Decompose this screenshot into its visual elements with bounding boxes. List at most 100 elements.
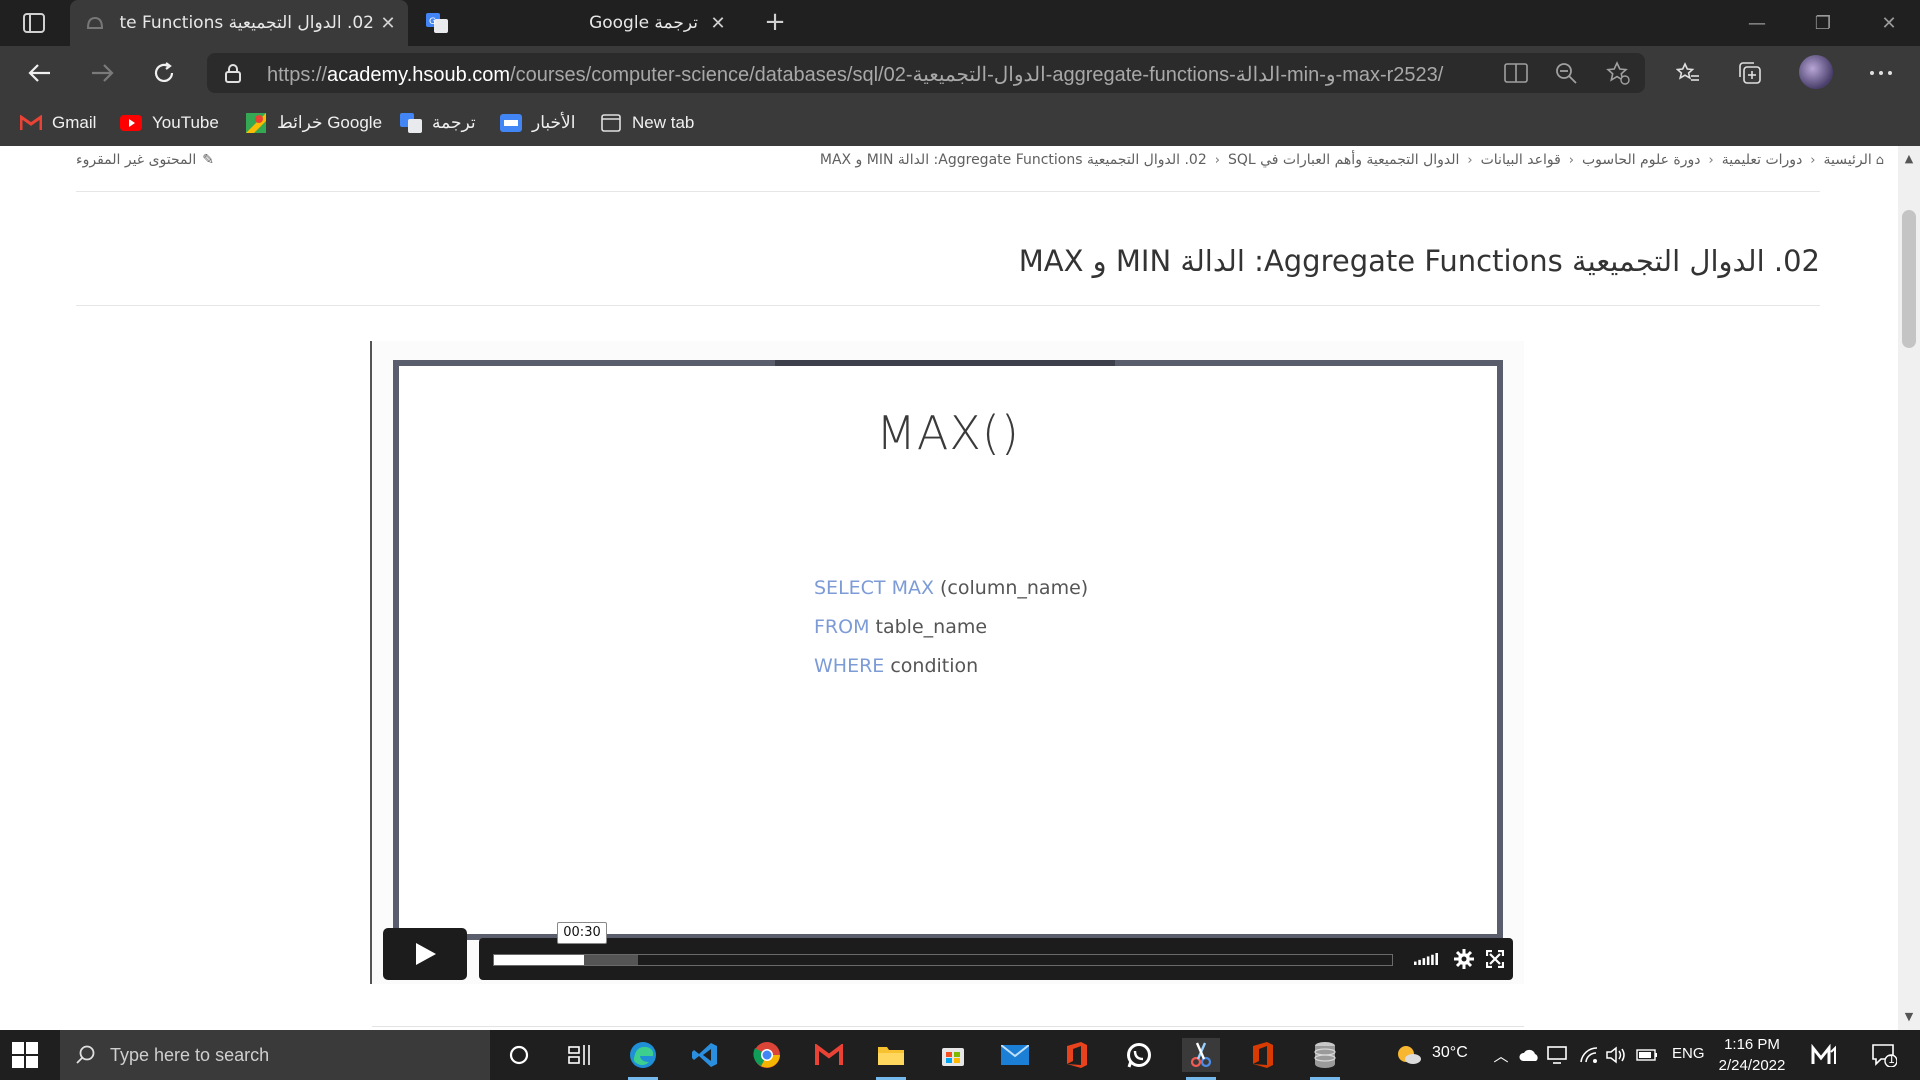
sql-code: SELECT MAX (column_name) FROM table_name… <box>814 569 1088 686</box>
onedrive-cloud-icon[interactable] <box>1518 1044 1540 1066</box>
page-content: ⌂ الرئيسية ‹ دورات تعليمية ‹ دورة علوم ا… <box>0 146 1898 1030</box>
slide-title: MAX() <box>876 406 1020 460</box>
whatsapp-icon[interactable] <box>1120 1038 1158 1072</box>
breadcrumb: ⌂ الرئيسية ‹ دورات تعليمية ‹ دورة علوم ا… <box>819 152 1884 168</box>
weather-temperature[interactable]: 30°C <box>1432 1044 1468 1062</box>
address-bar[interactable]: https://academy.hsoub.com/courses/comput… <box>207 53 1645 93</box>
minimize-button[interactable]: — <box>1734 6 1780 40</box>
meet-now-icon[interactable] <box>1810 1044 1840 1066</box>
divider <box>372 1026 1524 1027</box>
display-icon[interactable] <box>1546 1044 1568 1066</box>
close-window-button[interactable]: ✕ <box>1866 6 1912 40</box>
office-red-icon[interactable] <box>1244 1038 1282 1072</box>
play-button[interactable] <box>383 928 467 980</box>
forward-arrow-icon <box>92 64 114 82</box>
gmail-icon <box>20 112 42 134</box>
maps-icon <box>245 112 267 134</box>
search-icon <box>76 1045 95 1064</box>
video-slide: MAX() SELECT MAX (column_name) FROM tabl… <box>393 360 1503 940</box>
add-favorite-icon[interactable] <box>1605 61 1631 85</box>
file-explorer-icon[interactable] <box>872 1038 910 1080</box>
vscode-icon[interactable] <box>686 1038 724 1072</box>
zoom-icon[interactable] <box>1553 61 1579 85</box>
mail-icon[interactable] <box>996 1038 1034 1072</box>
start-button[interactable] <box>12 1042 38 1068</box>
store-icon[interactable] <box>934 1038 972 1072</box>
taskbar-search-box[interactable]: Type here to search <box>60 1030 490 1080</box>
breadcrumb-item[interactable]: قواعد البيانات <box>1481 152 1561 168</box>
profile-avatar[interactable] <box>1799 55 1833 89</box>
favorites-icon[interactable] <box>1673 58 1703 88</box>
immersive-reader-icon[interactable] <box>1503 61 1529 85</box>
favorite-google-maps[interactable]: خرائط Google <box>245 109 382 137</box>
restore-button[interactable]: ❐ <box>1800 6 1846 40</box>
clock-time: 1:16 PM <box>1724 1036 1780 1053</box>
page-scrollbar[interactable]: ▲ ▼ <box>1898 146 1920 1030</box>
tab-title: 02. الدوال التجميعية Aggregate Functions <box>118 13 374 33</box>
favorite-translate[interactable]: ترجمة <box>400 109 476 137</box>
favorite-gmail[interactable]: Gmail <box>20 109 96 137</box>
taskbar-clock[interactable]: 1:16 PM 2/24/2022 <box>1704 1034 1800 1076</box>
divider <box>370 341 372 984</box>
settings-gear-icon[interactable] <box>1452 949 1476 969</box>
scroll-thumb[interactable] <box>1902 210 1916 348</box>
tab-title: ترجمة Google <box>589 13 698 33</box>
scroll-down-arrow-icon[interactable]: ▼ <box>1903 1011 1915 1022</box>
windows-taskbar: Type here to search 30°C ︿ ENG 1:16 PM 2… <box>0 1030 1920 1080</box>
close-tab-icon[interactable]: ✕ <box>704 9 732 37</box>
gmail-app-icon[interactable] <box>810 1038 848 1072</box>
play-icon <box>416 943 436 965</box>
more-options-icon[interactable] <box>1866 58 1896 88</box>
refresh-icon <box>154 62 174 82</box>
speaker-icon[interactable] <box>1606 1044 1628 1066</box>
show-hidden-icons-chevron-icon[interactable]: ︿ <box>1490 1044 1512 1066</box>
back-arrow-icon <box>28 64 50 82</box>
database-icon[interactable] <box>1306 1038 1344 1080</box>
forward-button[interactable] <box>84 55 120 91</box>
tab-actions-icon <box>23 13 45 33</box>
pencil-icon: ✎ <box>202 152 215 168</box>
task-view-icon[interactable] <box>561 1038 599 1072</box>
translate-favicon-icon: G <box>426 12 448 34</box>
page-title: 02. الدوال التجميعية Aggregate Functions… <box>1018 244 1820 278</box>
back-button[interactable] <box>22 55 58 91</box>
cortana-icon[interactable] <box>500 1038 538 1072</box>
new-tab-button[interactable]: + <box>760 8 790 38</box>
language-indicator[interactable]: ENG <box>1672 1045 1705 1062</box>
favorite-new-tab[interactable]: New tab <box>600 109 694 137</box>
breadcrumb-item[interactable]: الرئيسية <box>1824 152 1872 168</box>
video-time-tooltip: 00:30 <box>557 922 607 944</box>
breadcrumb-item[interactable]: دورة علوم الحاسوب <box>1582 152 1700 168</box>
video-progress-bar[interactable] <box>493 954 1393 966</box>
favorite-youtube[interactable]: YouTube <box>120 109 219 137</box>
new-tab-icon <box>600 112 622 134</box>
collections-icon[interactable] <box>1735 58 1765 88</box>
refresh-button[interactable] <box>146 55 182 91</box>
unread-content-link[interactable]: ✎ المحتوى غير المقروء <box>76 152 214 168</box>
windows-logo-icon <box>12 1042 38 1068</box>
scroll-up-arrow-icon[interactable]: ▲ <box>1903 153 1915 164</box>
tab-active[interactable]: 02. الدوال التجميعية Aggregate Functions… <box>70 0 408 46</box>
wifi-icon[interactable] <box>1578 1044 1600 1066</box>
tab-google-translate[interactable]: G ترجمة Google ✕ <box>412 0 738 46</box>
battery-icon[interactable] <box>1636 1044 1658 1066</box>
close-tab-icon[interactable]: ✕ <box>374 9 402 37</box>
lock-icon <box>225 64 241 83</box>
breadcrumb-item[interactable]: 02. الدوال التجميعية Aggregate Functions… <box>820 152 1207 168</box>
url-text: https://academy.hsoub.com/courses/comput… <box>267 64 1444 86</box>
edge-icon[interactable] <box>624 1038 662 1080</box>
tab-actions-button[interactable] <box>14 10 54 36</box>
breadcrumb-item[interactable]: الدوال التجميعية وأهم العبارات في SQL <box>1228 152 1459 168</box>
snipping-tool-icon[interactable] <box>1182 1038 1220 1080</box>
weather-icon[interactable] <box>1396 1044 1422 1066</box>
news-icon <box>500 112 522 134</box>
chrome-icon[interactable] <box>748 1038 786 1072</box>
volume-icon[interactable] <box>1414 949 1438 969</box>
favorite-news[interactable]: الأخبار <box>500 109 575 137</box>
sql-line: SELECT MAX (column_name) <box>814 577 1089 599</box>
fullscreen-icon[interactable] <box>1483 949 1507 969</box>
breadcrumb-item[interactable]: دورات تعليمية <box>1722 152 1803 168</box>
browser-toolbar: https://academy.hsoub.com/courses/comput… <box>0 46 1920 100</box>
office-icon[interactable] <box>1058 1038 1096 1072</box>
notifications-icon[interactable]: 1 <box>1866 1044 1902 1067</box>
